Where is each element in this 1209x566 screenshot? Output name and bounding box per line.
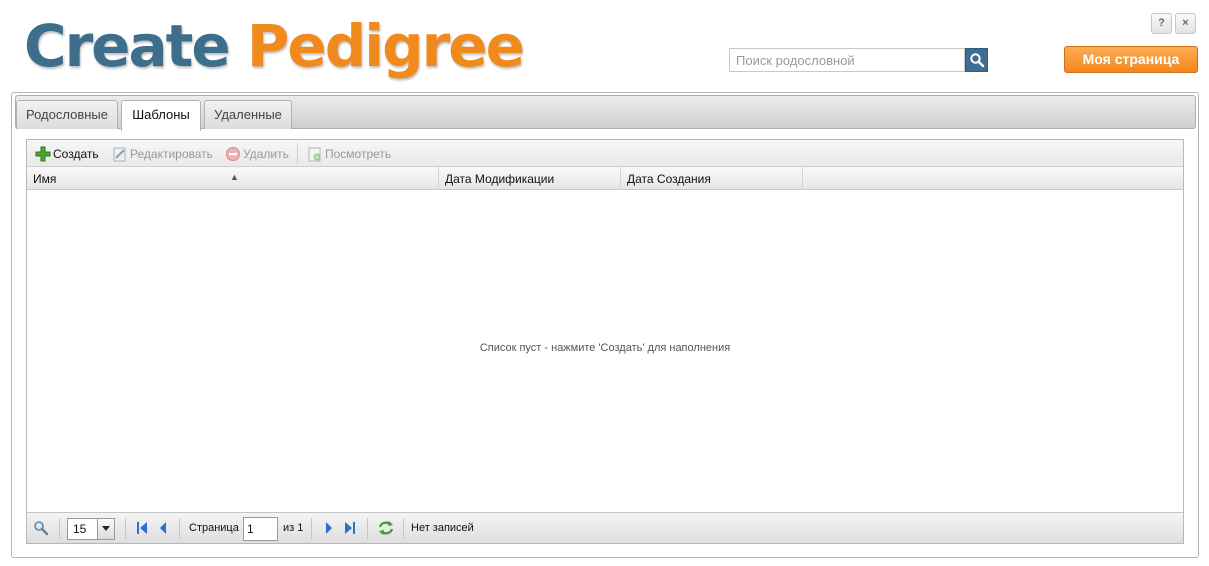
search-input[interactable]: [729, 48, 965, 72]
logo-text-create: Create: [24, 12, 231, 80]
search-icon[interactable]: [33, 520, 49, 536]
delete-icon: [226, 147, 240, 161]
edit-button[interactable]: Редактировать: [112, 146, 213, 162]
create-pedigree-logo[interactable]: Create Pedigree: [24, 8, 525, 84]
header: Create Pedigree ? × Моя страница: [0, 0, 1209, 92]
edit-label: Редактировать: [130, 147, 213, 161]
pager-bar: 15 Страница из 1: [27, 512, 1183, 543]
records-status: Нет записей: [411, 522, 474, 534]
plus-icon: [35, 146, 51, 162]
view-label: Посмотреть: [325, 147, 392, 161]
column-modified-label: Дата Модификации: [445, 172, 555, 186]
pager-separator: [403, 518, 404, 539]
pager-separator: [367, 518, 368, 539]
column-header-row: ▲ Имя Дата Модификации Дата Создания: [27, 167, 1183, 190]
column-header-modified[interactable]: Дата Модификации: [439, 167, 621, 190]
delete-button[interactable]: Удалить: [225, 146, 291, 162]
edit-icon: [113, 147, 126, 162]
empty-list-message: Список пуст - нажмите 'Создать' для напо…: [479, 342, 731, 354]
tab-templates[interactable]: Шаблоны: [121, 100, 201, 131]
page-label: Страница: [189, 522, 239, 534]
tab-bar: Родословные Шаблоны Удаленные: [15, 95, 1196, 131]
last-page-icon[interactable]: [343, 520, 357, 536]
tab-pedigrees[interactable]: Родословные: [16, 100, 118, 129]
create-button[interactable]: Создать: [35, 146, 99, 162]
view-button[interactable]: Посмотреть: [307, 146, 397, 162]
page-size-value: 15: [73, 522, 87, 536]
page-number-input[interactable]: [243, 517, 278, 541]
first-page-icon[interactable]: [135, 520, 149, 536]
sort-ascending-icon: ▲: [230, 172, 239, 182]
close-button[interactable]: ×: [1175, 13, 1196, 34]
previous-page-icon[interactable]: [157, 520, 169, 536]
column-name-label: Имя: [33, 172, 57, 186]
column-created-label: Дата Создания: [627, 172, 711, 186]
page-count-label: из 1: [283, 522, 304, 534]
refresh-icon[interactable]: [377, 520, 395, 536]
chevron-down-icon[interactable]: [97, 519, 114, 539]
delete-label: Удалить: [243, 147, 289, 161]
pager-separator: [179, 518, 180, 539]
my-page-button[interactable]: Моя страница: [1064, 46, 1198, 73]
pager-separator: [311, 518, 312, 539]
toolbar-separator: [297, 143, 298, 164]
help-button[interactable]: ?: [1151, 13, 1172, 34]
pager-separator: [59, 518, 60, 539]
page-size-select[interactable]: 15: [67, 518, 115, 540]
logo-text-pedigree: Pedigree: [246, 12, 525, 80]
column-header-name[interactable]: ▲ Имя: [27, 167, 439, 190]
view-icon: [308, 147, 321, 162]
tab-deleted[interactable]: Удаленные: [204, 100, 292, 129]
column-header-created[interactable]: Дата Создания: [621, 167, 803, 190]
create-label: Создать: [53, 147, 99, 161]
next-page-icon[interactable]: [323, 520, 335, 536]
main-panel: Родословные Шаблоны Удаленные Создать Ре…: [11, 92, 1199, 558]
templates-grid: Создать Редактировать Удалить Посмотреть…: [26, 139, 1184, 544]
pager-separator: [125, 518, 126, 539]
search-button[interactable]: [965, 48, 988, 72]
search-icon: [970, 53, 985, 68]
grid-toolbar: Создать Редактировать Удалить Посмотреть: [27, 140, 1183, 167]
